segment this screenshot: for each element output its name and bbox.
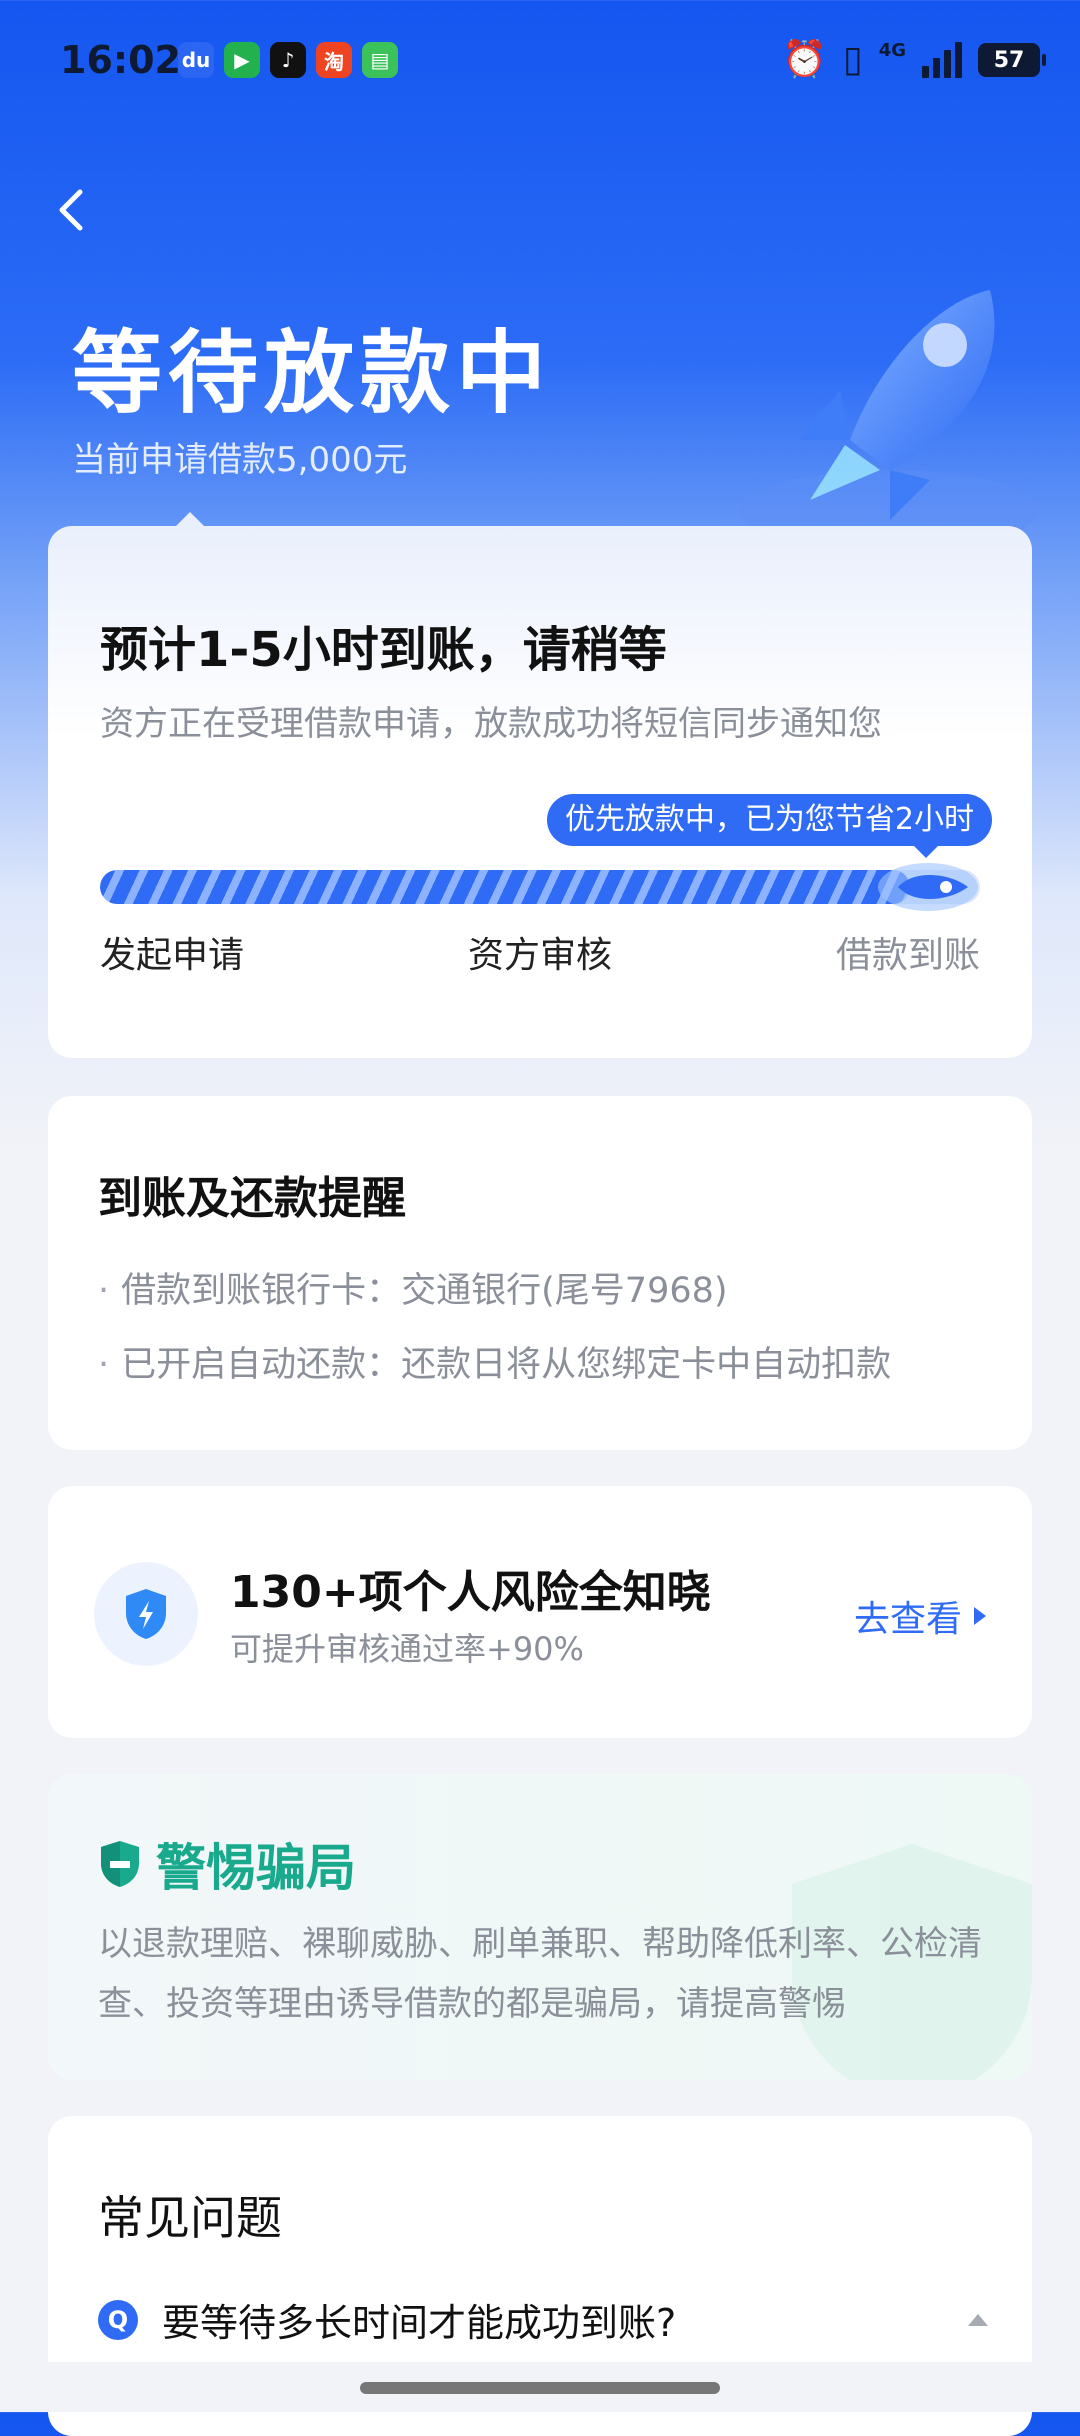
- collapse-arrow-icon[interactable]: [968, 2313, 988, 2326]
- progress-bar: [100, 870, 980, 904]
- status-title: 预计1-5小时到账，请稍等: [100, 622, 667, 678]
- notification-app-icons: du ▶ ♪ 淘 ▤: [178, 42, 398, 78]
- system-icons: ⏰ ▯ 4G 57: [782, 39, 1046, 80]
- priority-tip-bubble: 优先放款中，已为您节省2小时: [546, 794, 992, 858]
- page-title: 等待放款中: [72, 321, 552, 426]
- view-risk-label: 去查看: [853, 1599, 962, 1640]
- risk-shield-container: [94, 1562, 198, 1666]
- messages-app-icon: ▤: [362, 42, 398, 78]
- fraud-warning-card: 警惕骗局 以退款理赔、裸聊威胁、刷单兼职、帮助降低利率、公检清查、投资等理由诱导…: [48, 1774, 1032, 2080]
- play-arrow-icon: [974, 1607, 986, 1625]
- home-indicator[interactable]: [360, 2382, 720, 2394]
- fraud-title: 警惕骗局: [156, 1839, 356, 1897]
- question-badge-icon: Q: [98, 2299, 138, 2340]
- faq-title: 常见问题: [98, 2191, 282, 2245]
- reminder-title: 到账及还款提醒: [98, 1173, 406, 1224]
- battery-level: 57: [993, 47, 1025, 73]
- status-bar: 16:02 du ▶ ♪ 淘 ▤ ⏰ ▯ 4G 57: [0, 0, 1080, 120]
- fraud-header: 警惕骗局: [98, 1828, 356, 1900]
- fraud-description: 以退款理赔、裸聊威胁、刷单兼职、帮助降低利率、公检清查、投资等理由诱导借款的都是…: [98, 1924, 982, 2024]
- tiktok-app-icon: ♪: [270, 42, 306, 78]
- back-icon[interactable]: [52, 188, 96, 232]
- baidu-app-icon: du: [178, 42, 214, 78]
- battery-icon: 57: [978, 43, 1046, 77]
- shield-check-icon: [101, 1841, 139, 1887]
- step-review: 资方审核: [467, 935, 612, 976]
- signal-icon: [922, 42, 962, 78]
- vibrate-icon: ▯: [842, 39, 863, 80]
- view-risk-link[interactable]: 去查看: [854, 1590, 986, 1642]
- progress-fill: [100, 870, 910, 904]
- step-arrival: 借款到账: [835, 935, 980, 976]
- status-description: 资方正在受理借款申请，放款成功将短信同步通知您: [100, 704, 882, 744]
- alarm-icon: ⏰: [782, 39, 827, 80]
- page-subtitle: 当前申请借款5,000元: [72, 440, 408, 480]
- reminder-auto-repay: 已开启自动还款：还款日将从您绑定卡中自动扣款: [98, 1328, 891, 1402]
- reminder-bank-card: 借款到账银行卡：交通银行(尾号7968): [98, 1254, 891, 1328]
- status-time: 16:02: [60, 38, 181, 82]
- loan-status-card: 预计1-5小时到账，请稍等 资方正在受理借款申请，放款成功将短信同步通知您 优先…: [48, 512, 1032, 1058]
- taobao-app-icon: 淘: [316, 42, 352, 78]
- reminder-list: 借款到账银行卡：交通银行(尾号7968) 已开启自动还款：还款日将从您绑定卡中自…: [98, 1254, 891, 1402]
- progress-steps: 发起申请 资方审核 借款到账: [100, 926, 980, 978]
- iqiyi-app-icon: ▶: [224, 42, 260, 78]
- faq-item[interactable]: Q 要等待多长时间才能成功到账?: [98, 2292, 988, 2347]
- network-type-label: 4G: [878, 39, 906, 61]
- risk-check-card[interactable]: 130+项个人风险全知晓 可提升审核通过率+90% 去查看: [48, 1486, 1032, 1738]
- step-apply: 发起申请: [100, 935, 245, 976]
- risk-subtitle: 可提升审核通过率+90%: [230, 1630, 584, 1668]
- shield-bolt-icon: [126, 1589, 166, 1639]
- reminder-card: 到账及还款提醒 借款到账银行卡：交通银行(尾号7968) 已开启自动还款：还款日…: [48, 1096, 1032, 1450]
- progress-rocket-icon: [878, 863, 978, 911]
- faq-question: 要等待多长时间才能成功到账?: [162, 2301, 677, 2345]
- rocket-illustration-icon: [740, 290, 1040, 530]
- risk-title: 130+项个人风险全知晓: [230, 1567, 711, 1618]
